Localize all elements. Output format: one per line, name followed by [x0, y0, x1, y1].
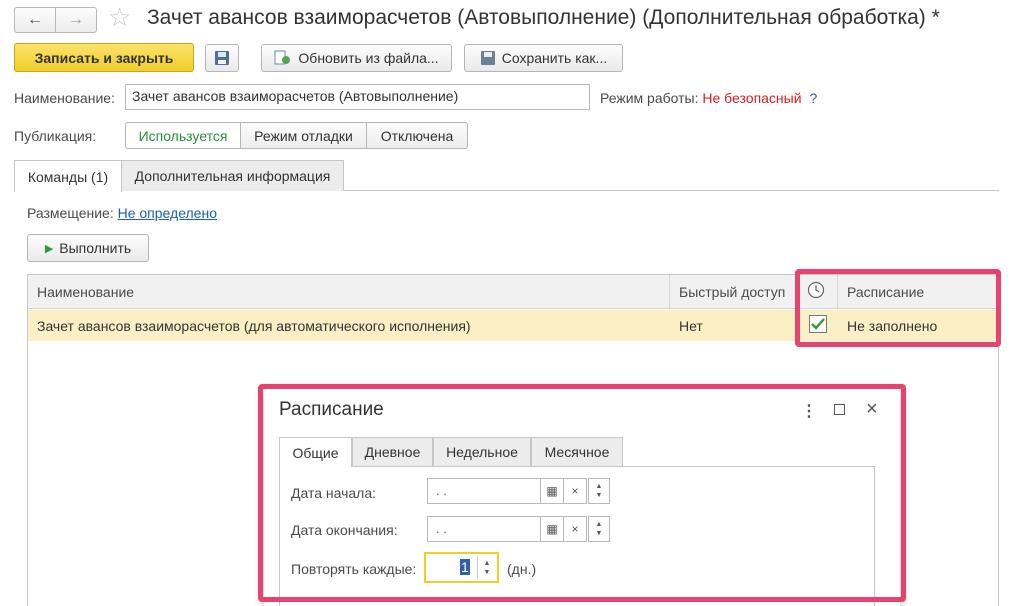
- dialog-tab-monthly[interactable]: Месячное: [531, 437, 623, 466]
- repeat-input[interactable]: 1 ▲ ▼: [424, 552, 499, 583]
- close-icon[interactable]: ×: [866, 398, 878, 421]
- arrow-right-icon: →: [68, 11, 84, 28]
- save-and-close-button[interactable]: Записать и закрыть: [14, 43, 194, 72]
- publication-option-disabled[interactable]: Отключена: [366, 122, 468, 149]
- repeat-unit: (дн.): [507, 561, 537, 577]
- save-as-icon: [480, 51, 495, 65]
- play-icon: ▶: [44, 242, 54, 255]
- placement-row: Размещение: Не определено: [27, 205, 217, 221]
- clear-icon[interactable]: ×: [563, 516, 587, 542]
- start-date-stepper[interactable]: ▲ ▼: [588, 478, 610, 504]
- tab-commands[interactable]: Команды (1): [14, 160, 122, 192]
- clock-icon[interactable]: [807, 281, 825, 302]
- row-quick-access: Нет: [679, 318, 703, 334]
- mode-value[interactable]: Не безопасный: [702, 90, 801, 106]
- calendar-icon[interactable]: ▦: [540, 516, 564, 542]
- calendar-icon[interactable]: ▦: [540, 478, 564, 504]
- dialog-tabs-baseline: [279, 466, 875, 467]
- end-date-stepper[interactable]: ▲ ▼: [588, 516, 610, 542]
- placement-link[interactable]: Не определено: [118, 205, 217, 221]
- clear-icon[interactable]: ×: [563, 478, 587, 504]
- dialog-panel-right: [874, 467, 875, 606]
- update-from-file-label: Обновить из файла...: [298, 50, 439, 66]
- arrow-left-icon: ←: [27, 11, 43, 28]
- mode-row: Режим работы: Не безопасный ?: [600, 90, 817, 106]
- repeat-stepper[interactable]: ▲ ▼: [477, 556, 496, 579]
- help-icon[interactable]: ?: [809, 90, 817, 106]
- save-button[interactable]: [205, 44, 239, 72]
- mode-label: Режим работы:: [600, 90, 699, 106]
- update-from-file-icon: [274, 50, 291, 65]
- scheduled-checkbox[interactable]: [809, 315, 827, 333]
- row-schedule[interactable]: Не заполнено: [847, 318, 937, 334]
- maximize-icon[interactable]: [834, 404, 845, 415]
- window-title: Зачет авансов взаиморасчетов (Автовыполн…: [147, 6, 940, 29]
- run-button[interactable]: ▶ Выполнить: [27, 234, 149, 262]
- column-name[interactable]: Наименование: [37, 284, 134, 300]
- row-name: Зачет авансов взаиморасчетов (для автома…: [37, 318, 471, 334]
- tab-additional-info[interactable]: Дополнительная информация: [121, 160, 344, 191]
- column-schedule[interactable]: Расписание: [847, 284, 924, 300]
- back-button[interactable]: ←: [14, 7, 56, 33]
- repeat-value: 1: [460, 559, 470, 575]
- publication-label: Публикация:: [14, 128, 97, 144]
- floppy-disk-icon: [215, 51, 229, 65]
- end-date-input[interactable]: . .: [427, 516, 541, 542]
- start-date-input[interactable]: . .: [427, 478, 541, 504]
- run-label: Выполнить: [59, 240, 132, 256]
- dialog-tab-daily[interactable]: Дневное: [352, 437, 433, 466]
- name-input[interactable]: Зачет авансов взаиморасчетов (Автовыполн…: [125, 84, 590, 110]
- dialog-tab-weekly[interactable]: Недельное: [433, 437, 531, 466]
- update-from-file-button[interactable]: Обновить из файла...: [261, 44, 452, 72]
- dialog-tab-general[interactable]: Общие: [279, 437, 352, 467]
- column-quick-access[interactable]: Быстрый доступ: [679, 284, 785, 300]
- save-as-label: Сохранить как...: [501, 50, 608, 66]
- checkmark-icon: [811, 318, 825, 330]
- more-options-icon[interactable]: ⋮: [801, 401, 817, 421]
- star-icon[interactable]: ☆: [108, 2, 131, 33]
- save-as-button[interactable]: Сохранить как...: [464, 44, 623, 72]
- dialog-panel-left: [279, 467, 280, 606]
- forward-button[interactable]: →: [55, 7, 97, 33]
- dialog-title: Расписание: [279, 399, 384, 420]
- repeat-label: Повторять каждые:: [291, 561, 417, 577]
- publication-option-debug[interactable]: Режим отладки: [240, 122, 367, 149]
- end-date-label: Дата окончания:: [291, 522, 398, 538]
- save-and-close-label: Записать и закрыть: [34, 49, 174, 66]
- publication-option-used[interactable]: Используется: [125, 122, 241, 149]
- start-date-label: Дата начала:: [291, 485, 377, 501]
- name-label: Наименование:: [14, 90, 115, 106]
- placement-label: Размещение:: [27, 205, 114, 221]
